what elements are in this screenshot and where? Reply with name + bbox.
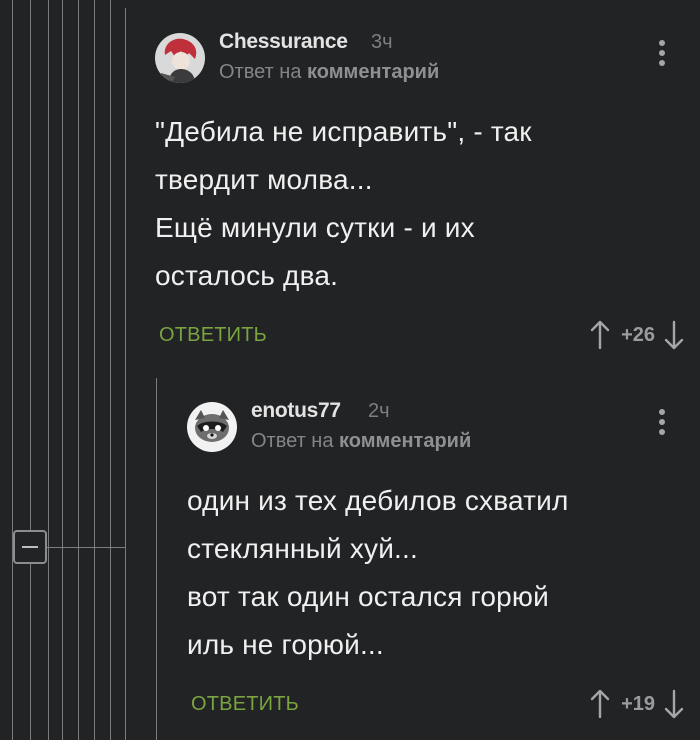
thread-line (48, 0, 49, 740)
collapse-thread-button[interactable] (13, 530, 47, 564)
avatar-raccoon (187, 402, 237, 452)
comment-line: стеклянный хуй... (187, 533, 418, 564)
more-vertical-icon[interactable] (659, 40, 667, 66)
comment: Chessurance 3ч Ответ на комментарий "Деб… (155, 28, 685, 356)
thread-line (30, 0, 31, 740)
reply-to-line: Ответ на комментарий (219, 61, 439, 84)
arrow-down-icon[interactable] (663, 320, 685, 350)
more-vertical-icon[interactable] (659, 409, 667, 435)
thread-line (12, 0, 13, 740)
reply-to-prefix: Ответ на (219, 61, 302, 83)
thread-line (62, 0, 63, 740)
comment: enotus77 2ч Ответ на комментарий один из… (187, 397, 685, 725)
comment-line: осталось два. (155, 260, 339, 291)
comment-line: иль не горюй... (187, 629, 384, 660)
vote-score: +26 (621, 323, 655, 346)
comment-actions: ОТВЕТИТЬ +19 (187, 685, 685, 725)
thread-line (110, 0, 111, 740)
comment-header: Chessurance 3ч Ответ на комментарий (155, 28, 685, 92)
avatar-red-hair (155, 33, 205, 83)
comments-page: Chessurance 3ч Ответ на комментарий "Деб… (0, 0, 700, 740)
minus-icon (22, 546, 38, 548)
comment-header: enotus77 2ч Ответ на комментарий (187, 397, 685, 461)
avatar[interactable] (155, 33, 205, 83)
username[interactable]: enotus77 (251, 399, 341, 423)
timestamp: 2ч (368, 400, 390, 422)
arrow-up-icon[interactable] (589, 689, 611, 719)
reply-button[interactable]: ОТВЕТИТЬ (159, 324, 267, 347)
arrow-down-icon[interactable] (663, 689, 685, 719)
reply-to-prefix: Ответ на (251, 430, 334, 452)
arrow-up-icon[interactable] (589, 320, 611, 350)
comment-actions: ОТВЕТИТЬ +26 (155, 316, 685, 356)
reply-to-link[interactable]: комментарий (307, 61, 439, 83)
thread-line (156, 378, 157, 740)
reply-button[interactable]: ОТВЕТИТЬ (191, 693, 299, 716)
comment-line: Ещё минули сутки - и их (155, 212, 475, 243)
comment-text: "Дебила не исправить", - так твердит мол… (155, 108, 685, 300)
comment-line: один из тех дебилов схватил (187, 485, 569, 516)
vote-controls: +26 (589, 318, 685, 352)
vote-controls: +19 (589, 687, 685, 721)
comment-line: вот так один остался горюй (187, 581, 549, 612)
vote-score: +19 (621, 692, 655, 715)
comment-text: один из тех дебилов схватил стеклянный х… (187, 477, 685, 669)
reply-to-line: Ответ на комментарий (251, 430, 471, 453)
timestamp: 3ч (371, 31, 393, 53)
thread-connector (47, 547, 125, 548)
comment-line: "Дебила не исправить", - так (155, 116, 532, 147)
username[interactable]: Chessurance (219, 30, 348, 54)
avatar[interactable] (187, 402, 237, 452)
thread-line (78, 0, 79, 740)
thread-line (94, 0, 95, 740)
thread-line (125, 8, 126, 740)
reply-to-link[interactable]: комментарий (339, 430, 471, 452)
comment-line: твердит молва... (155, 164, 373, 195)
